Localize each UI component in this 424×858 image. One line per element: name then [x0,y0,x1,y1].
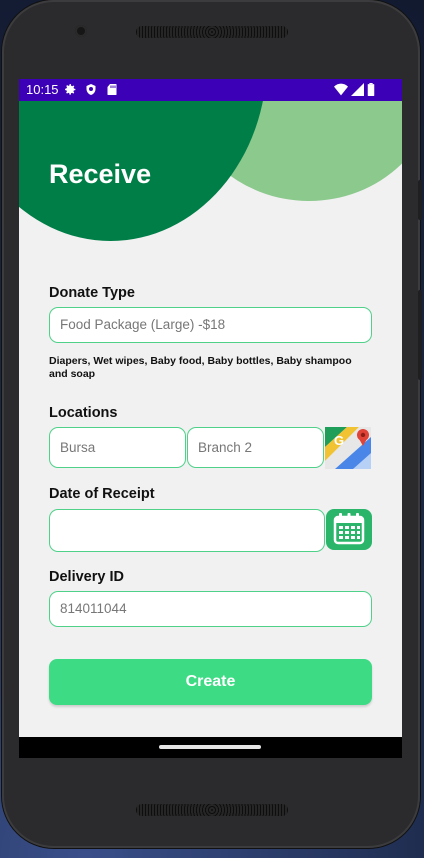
delivery-id-label: Delivery ID [49,569,124,585]
settings-icon [65,84,76,95]
svg-text:G: G [334,433,344,448]
front-camera [75,25,87,37]
home-gesture-pill[interactable] [159,745,261,749]
sd-card-icon [107,84,117,95]
top-speaker [136,26,288,38]
volume-button [418,290,422,380]
donate-type-description: Diapers, Wet wipes, Baby food, Baby bott… [49,355,352,380]
navigation-bar [19,737,402,758]
calendar-button[interactable] [326,509,372,550]
status-bar: 10:15 [19,79,402,101]
donate-type-label: Donate Type [49,285,135,301]
app-screen: 10:15 Receive Donate Type Food Package (… [19,79,402,758]
page-title: Receive [49,159,152,189]
date-of-receipt-input[interactable] [49,509,325,552]
shield-icon [86,84,96,95]
power-button [418,180,422,220]
google-maps-icon[interactable]: G [325,427,371,469]
wifi-icon [334,83,348,96]
delivery-id-input[interactable]: 814011044 [49,591,372,627]
donate-type-select[interactable]: Food Package (Large) -$18 [49,307,372,343]
battery-icon [367,83,375,96]
locations-label: Locations [49,405,118,421]
signal-icon [351,83,364,96]
date-of-receipt-label: Date of Receipt [49,486,155,502]
calendar-icon [333,513,365,545]
create-button[interactable]: Create [49,659,372,705]
branch-select[interactable]: Branch 2 [187,427,324,468]
bottom-speaker [136,804,288,816]
status-time: 10:15 [26,82,59,97]
city-select[interactable]: Bursa [49,427,186,468]
